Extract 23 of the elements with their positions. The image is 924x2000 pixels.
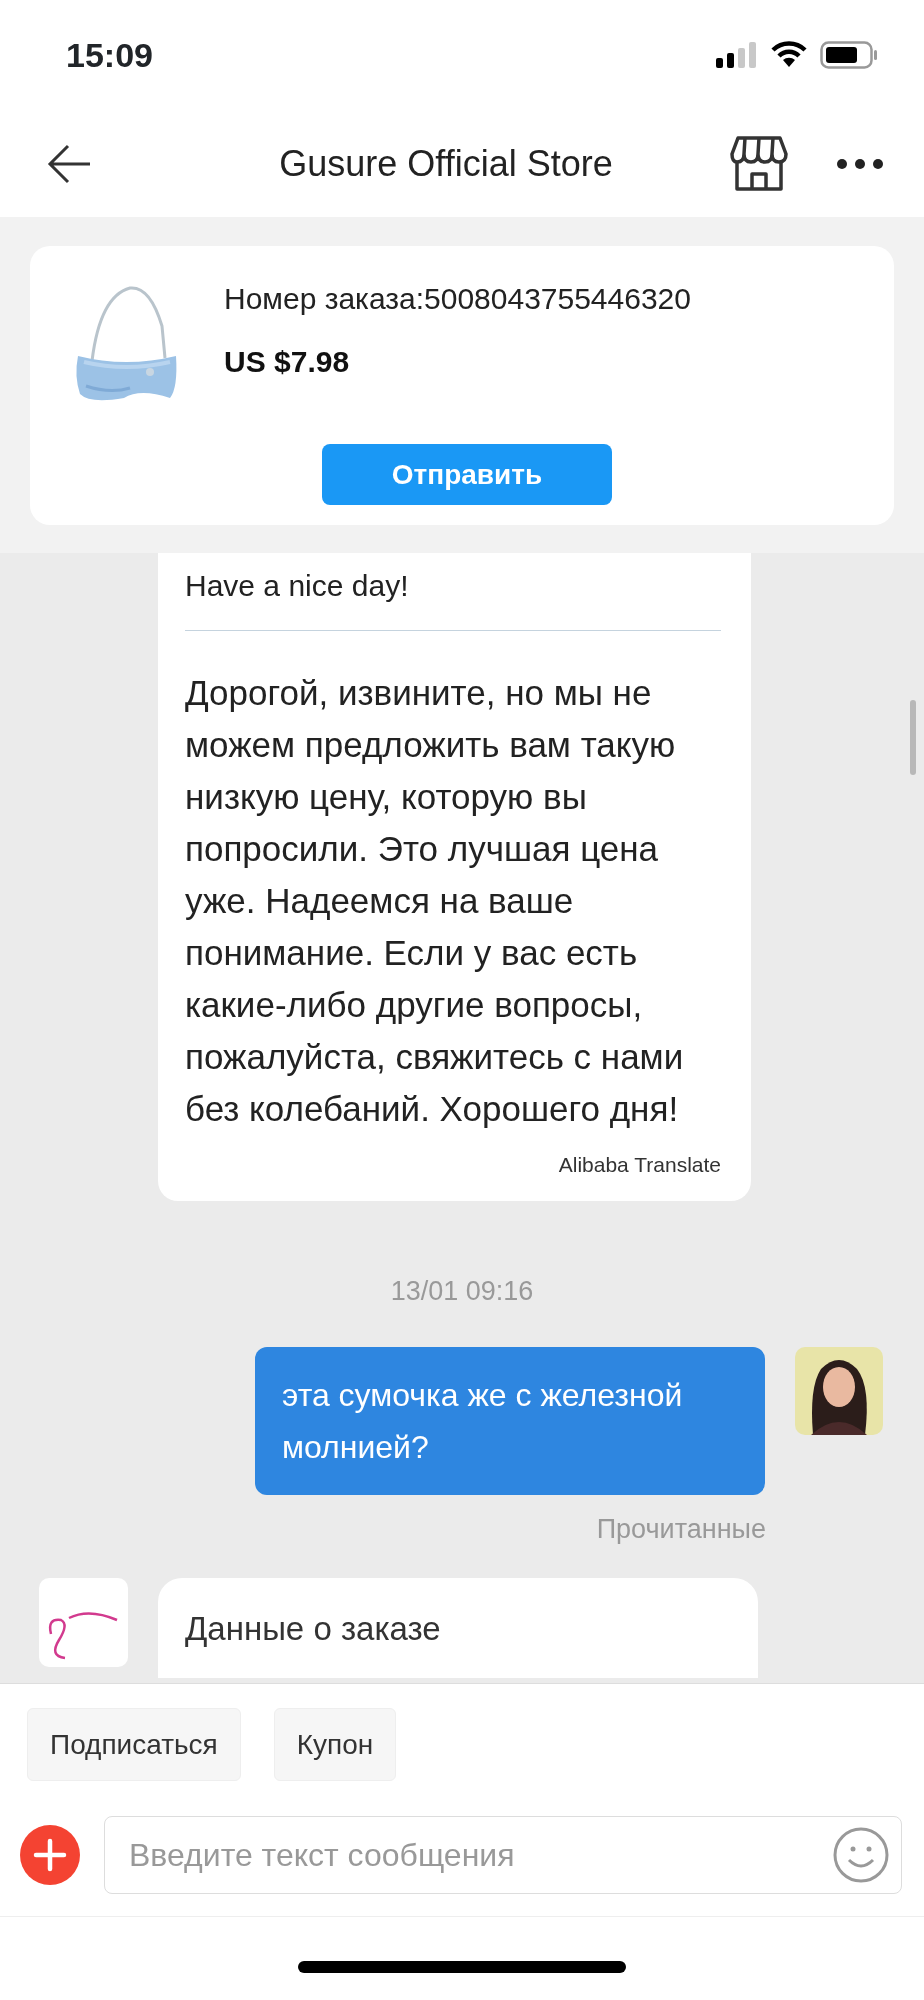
battery-icon bbox=[820, 41, 878, 69]
plus-icon bbox=[33, 1838, 67, 1872]
signal-icon bbox=[716, 42, 758, 68]
quick-reply-button[interactable]: Купон bbox=[273, 1708, 397, 1781]
status-time: 15:09 bbox=[66, 34, 153, 76]
order-price: US $7.98 bbox=[224, 344, 351, 380]
message-time: 13/01 09:16 bbox=[389, 1274, 535, 1308]
original-text: Have a nice day! bbox=[185, 563, 721, 631]
translation-credit: Alibaba Translate bbox=[557, 1152, 721, 1178]
emoji-icon[interactable] bbox=[832, 1826, 890, 1884]
store-icon[interactable] bbox=[730, 135, 788, 192]
back-icon[interactable] bbox=[46, 143, 92, 184]
order-number: Номер заказа:5008043755446320 bbox=[224, 281, 691, 317]
message-input[interactable]: Введите текст сообщения bbox=[104, 1816, 902, 1894]
message-bubble: эта сумочка же с железной молнией? bbox=[255, 1347, 765, 1495]
store-title: Gusure Official Store bbox=[278, 141, 614, 186]
add-button[interactable] bbox=[20, 1825, 80, 1885]
more-icon[interactable] bbox=[836, 157, 884, 170]
quick-reply-button[interactable]: Подписаться bbox=[27, 1708, 241, 1781]
wifi-icon bbox=[770, 41, 808, 69]
order-details-title: Данные о заказе bbox=[158, 1577, 758, 1678]
read-status: Прочитанные bbox=[595, 1513, 767, 1546]
translated-text: Дорогой, извините, но мы не можем предложить вам такую низкую цену, которую вы попросили. Это лучшая цена уже. Надеемся на ваше понимание. Если у вас есть какие-либо другие вопросы, пожалуйста, свяжитесь с нами без колебаний. Хорошего дня! bbox=[185, 672, 685, 1130]
